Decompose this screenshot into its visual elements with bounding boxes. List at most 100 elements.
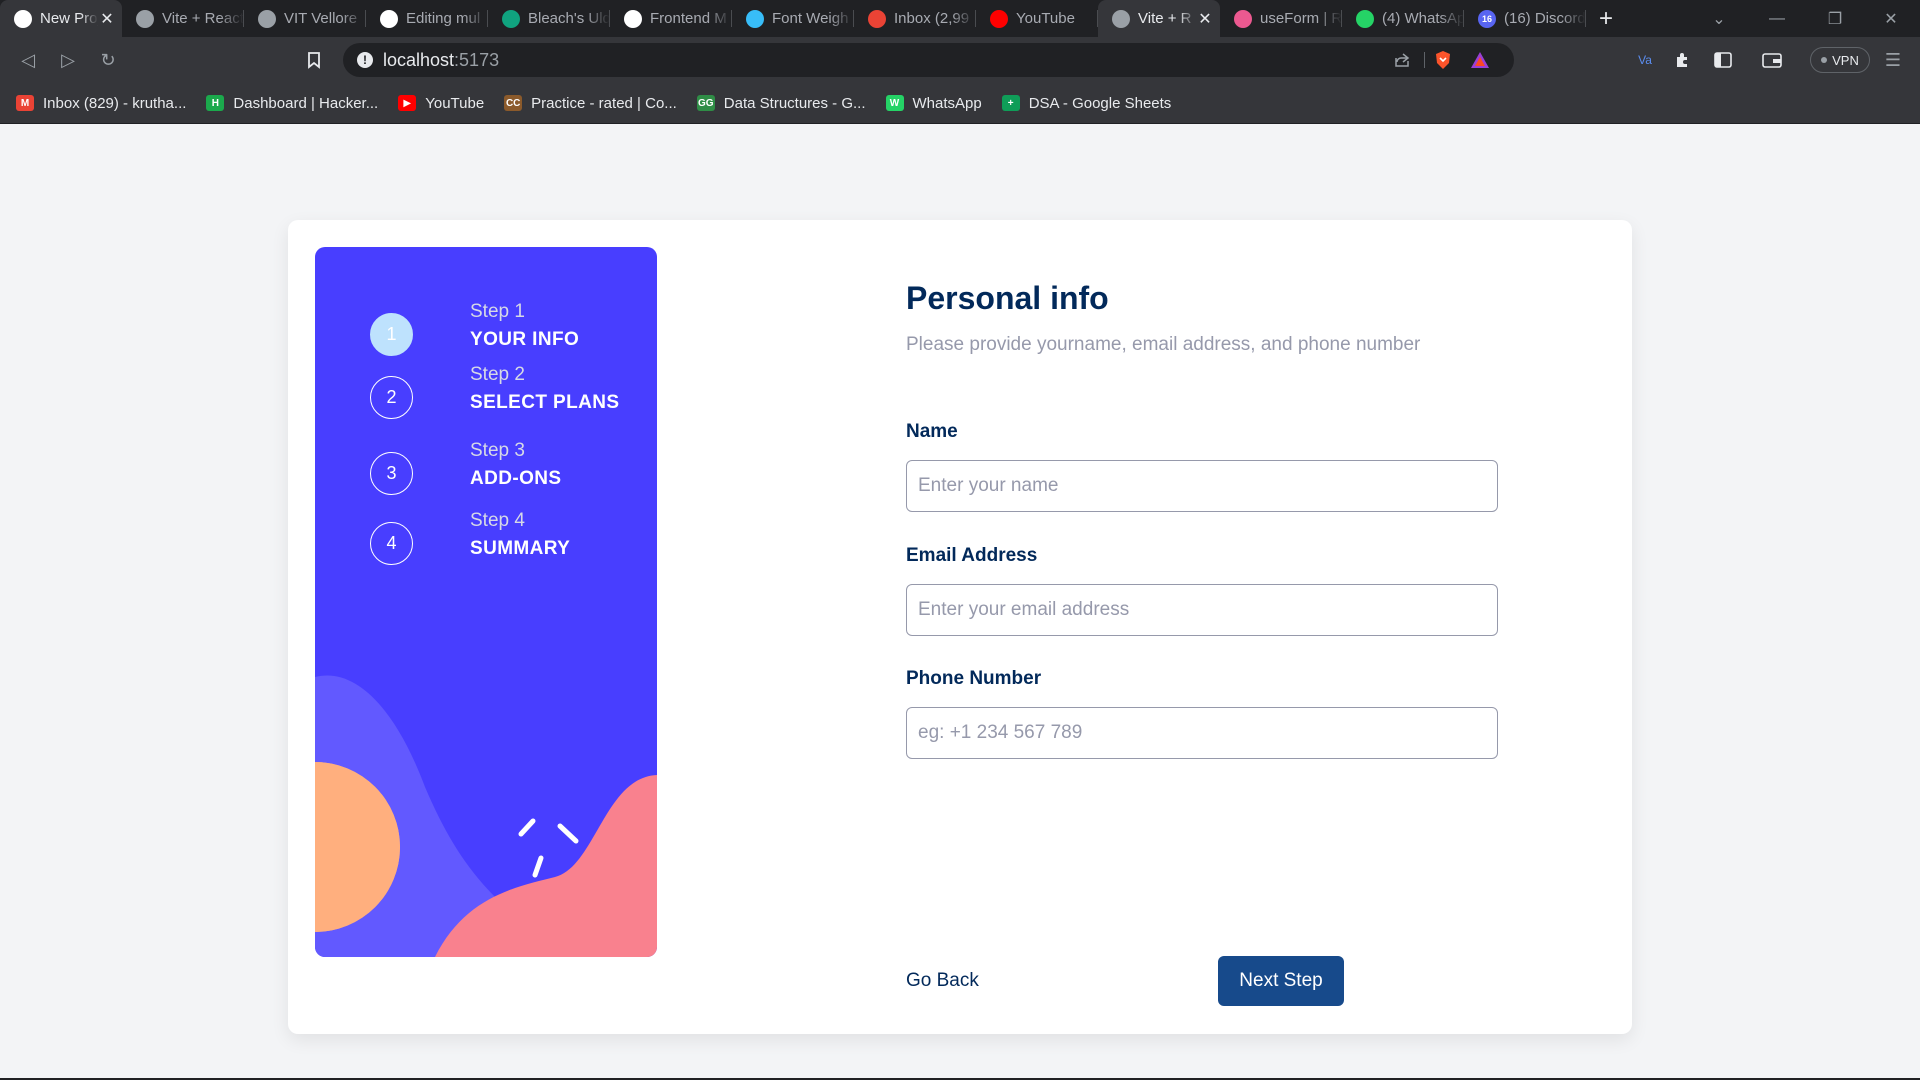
tab-title: VIT Vellore	[284, 10, 358, 27]
bookmark-item[interactable]: GG Data Structures - G...	[696, 94, 866, 112]
bookmark-item[interactable]: H Dashboard | Hacker...	[206, 95, 378, 112]
step-title: SUMMARY	[470, 538, 571, 559]
globe-icon	[136, 9, 154, 28]
browser-tab[interactable]: Editing mul	[366, 0, 488, 37]
step-label: Step 2	[470, 364, 525, 385]
step-title: ADD-ONS	[470, 468, 562, 489]
tab-search-icon[interactable]: ⌄	[1690, 0, 1748, 37]
extensions-icon[interactable]	[1668, 45, 1698, 75]
browser-tab[interactable]: Frontend M	[610, 0, 732, 37]
step-number: 2	[370, 376, 413, 419]
divider	[1424, 52, 1425, 68]
url-text[interactable]: localhost:5173	[383, 50, 499, 71]
bookmarks-bar: M Inbox (829) - krutha... H Dashboard | Hac…	[0, 83, 1920, 124]
phone-label: Phone Number	[906, 668, 1042, 689]
vpn-status-dot	[1821, 57, 1828, 63]
bookmark-item[interactable]: M Inbox (829) - krutha...	[16, 95, 186, 112]
browser-tab[interactable]: 16 (16) Discord	[1464, 0, 1586, 37]
bookmark-item[interactable]: + DSA - Google Sheets	[1001, 94, 1172, 112]
tab-title: Bleach's Ulq	[528, 10, 610, 27]
back-icon[interactable]: ◁	[13, 45, 43, 75]
phone-input[interactable]	[906, 707, 1498, 759]
discord-icon: 16	[1478, 9, 1496, 28]
tab-title: YouTube	[1016, 10, 1075, 27]
browser-tab[interactable]: New Project✕	[0, 0, 122, 37]
close-tab-icon[interactable]: ✕	[98, 9, 116, 29]
tab-title: Frontend M	[650, 10, 727, 27]
bookmark-item[interactable]: CC Practice - rated | Co...	[504, 95, 677, 112]
browser-toolbar: ◁ ▷ ↻ ! localhost:5173 Va VPN ☰	[0, 37, 1920, 83]
tailwind-icon	[746, 9, 764, 28]
restore-icon[interactable]: ❐	[1806, 0, 1864, 37]
bookmark-label: Dashboard | Hacker...	[233, 94, 379, 112]
tab-strip: New Project✕Vite + React VIT Vellore Editi…	[0, 0, 1920, 37]
tab-title: Font Weigh	[772, 10, 849, 27]
share-icon[interactable]	[1387, 45, 1417, 75]
site-info-icon[interactable]: !	[357, 52, 373, 68]
tab-title: Editing mul	[406, 10, 481, 27]
brave-rewards-icon[interactable]	[1465, 45, 1495, 75]
chatgpt-icon	[502, 9, 520, 28]
tab-separator	[1585, 10, 1586, 27]
brave-shields-icon[interactable]	[1428, 45, 1458, 75]
browser-tab[interactable]: Font Weigh	[732, 0, 854, 37]
bookmark-label: Inbox (829) - krutha...	[43, 94, 187, 112]
browser-tab[interactable]: useForm | R	[1220, 0, 1342, 37]
new-tab-button[interactable]: +	[1586, 5, 1626, 33]
browser-tab[interactable]: Vite + React	[122, 0, 244, 37]
name-input[interactable]	[906, 460, 1498, 512]
browser-tab[interactable]: (4) WhatsAp	[1342, 0, 1464, 37]
bookmark-label: Practice - rated | Co...	[531, 94, 677, 112]
globe-icon	[1112, 9, 1130, 28]
step-item: 3 Step 3 ADD-ONS	[370, 440, 650, 512]
bookmark-item[interactable]: ▶ YouTube	[398, 95, 484, 112]
email-input[interactable]	[906, 584, 1498, 636]
tab-title: useForm | R	[1260, 10, 1342, 27]
browser-tab[interactable]: YouTube	[976, 0, 1098, 37]
gmail-icon	[868, 9, 886, 28]
hackerrank-icon: H	[206, 95, 225, 111]
minimize-icon[interactable]: —	[1748, 0, 1806, 37]
step-label: Step 4	[470, 510, 525, 531]
browser-tab[interactable]: Inbox (2,99	[854, 0, 976, 37]
step-label: Step 1	[470, 301, 525, 322]
tab-title: (4) WhatsAp	[1382, 10, 1464, 27]
page-title: Personal info	[906, 280, 1109, 316]
bookmark-label: Data Structures - G...	[723, 94, 866, 112]
translate-icon[interactable]: Va	[1630, 45, 1660, 75]
google-sheets-icon: +	[1001, 95, 1020, 111]
wallet-icon[interactable]	[1757, 45, 1787, 75]
bookmark-label: YouTube	[425, 94, 485, 112]
tab-title: (16) Discord	[1504, 10, 1586, 27]
address-bar[interactable]: ! localhost:5173	[343, 43, 1514, 77]
sidebar-toggle-icon[interactable]	[1708, 45, 1738, 75]
browser-tab[interactable]: Bleach's Ulq	[488, 0, 610, 37]
step-title: SELECT PLANS	[470, 392, 620, 413]
step-title: YOUR INFO	[470, 329, 580, 350]
browser-tab[interactable]: Vite + R ✕	[1098, 0, 1220, 37]
forward-icon[interactable]: ▷	[53, 45, 83, 75]
github-icon	[380, 9, 398, 28]
page-icon	[258, 9, 276, 28]
reload-icon[interactable]: ↻	[93, 45, 123, 75]
form-content: Personal info Please provide yourname, e…	[906, 220, 1506, 1034]
whatsapp-icon: W	[885, 95, 904, 111]
step-item: 2 Step 2 SELECT PLANS	[370, 364, 650, 436]
vercel-icon	[14, 9, 32, 28]
browser-tab[interactable]: VIT Vellore	[244, 0, 366, 37]
page-subtitle: Please provide yourname, email address, …	[906, 334, 1421, 355]
form-card: 1 Step 1 YOUR INFO 2 Step 2 SELECT PLANS 3 Step…	[288, 220, 1632, 1034]
bookmark-label: DSA - Google Sheets	[1028, 94, 1172, 112]
go-back-button[interactable]: Go Back	[906, 970, 979, 992]
bookmark-label: WhatsApp	[912, 94, 982, 112]
menu-icon[interactable]: ☰	[1878, 45, 1908, 75]
step-number: 4	[370, 522, 413, 565]
next-step-button[interactable]: Next Step	[1218, 956, 1344, 1006]
bookmark-icon[interactable]	[299, 45, 329, 75]
name-label: Name	[906, 421, 958, 442]
react-hook-form-icon	[1234, 9, 1252, 28]
close-tab-icon[interactable]: ✕	[1196, 9, 1214, 29]
vpn-button[interactable]: VPN	[1810, 47, 1870, 73]
bookmark-item[interactable]: W WhatsApp	[885, 94, 982, 112]
close-window-icon[interactable]: ✕	[1862, 0, 1920, 37]
